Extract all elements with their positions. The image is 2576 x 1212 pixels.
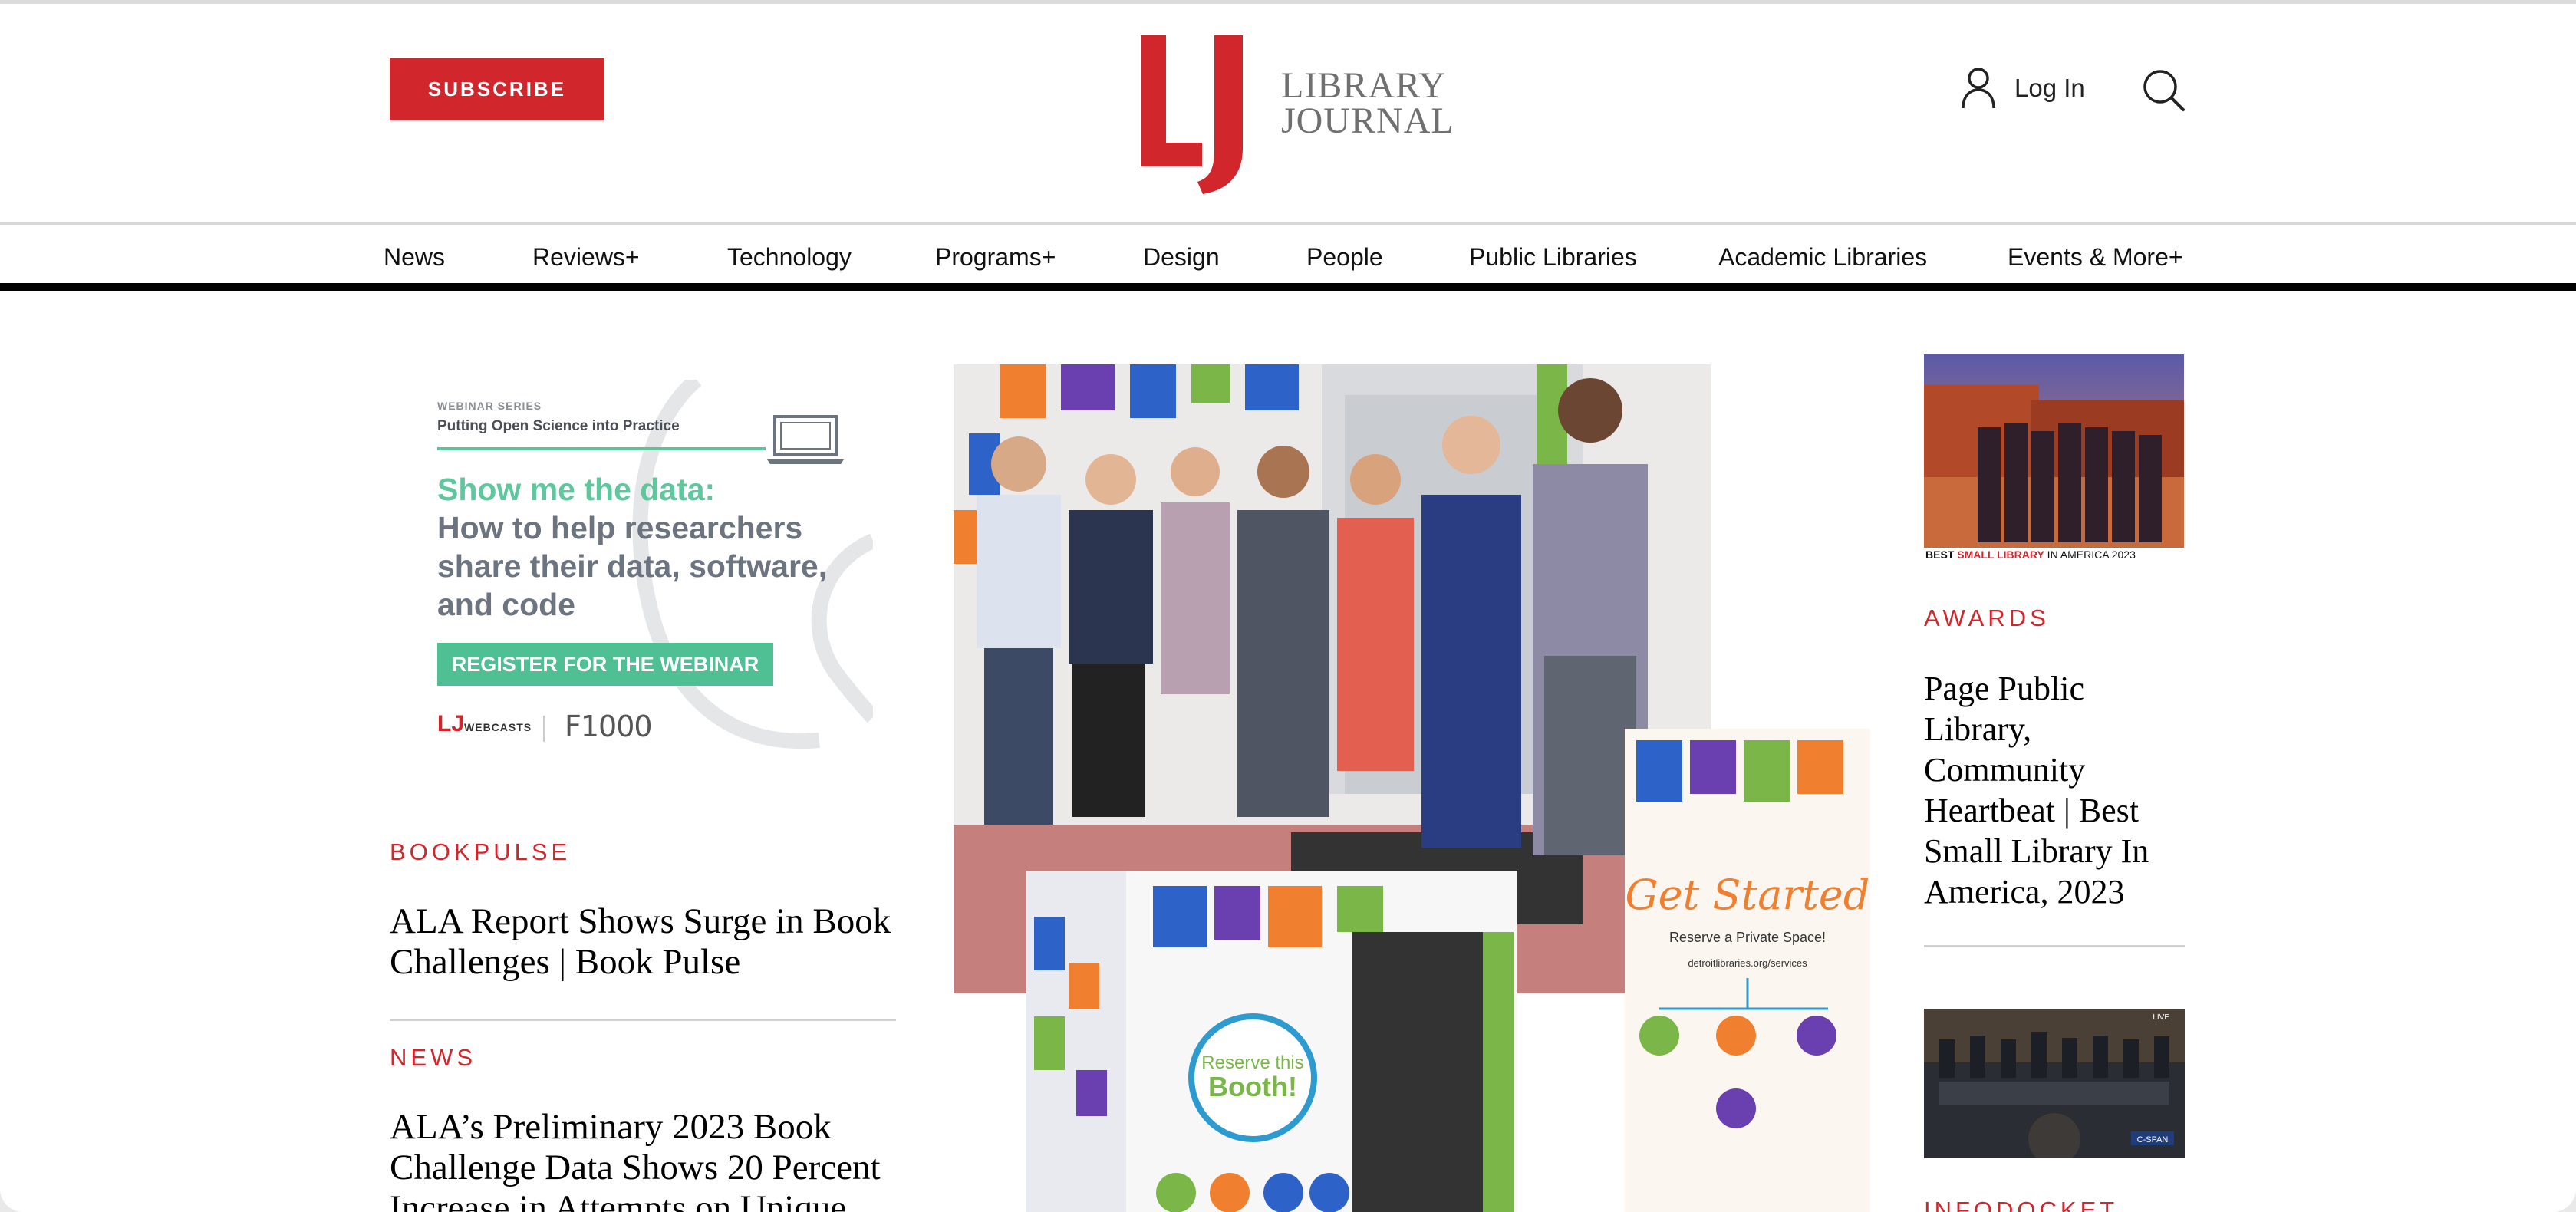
thumbnail-caption: BEST SMALL LIBRARY IN AMERICA 2023 [1925, 548, 2136, 561]
booth-text-booth: Booth! [1208, 1071, 1297, 1102]
ad-logo-separator [543, 716, 545, 742]
headline-line: America, 2023 [1924, 873, 2125, 911]
login-label: Log In [2014, 74, 2085, 102]
caption-part: BEST [1925, 548, 1958, 561]
lj-webcasts-logo: LJWEBCASTS [437, 711, 532, 737]
search-icon[interactable] [2140, 67, 2186, 113]
live-label: LIVE [2153, 1013, 2169, 1022]
ad-headline: Show me the data: [437, 472, 716, 507]
nav-item-people[interactable]: People [1306, 243, 1383, 272]
register-webinar-button[interactable]: REGISTER FOR THE WEBINAR [437, 643, 773, 686]
user-icon [1962, 68, 1995, 109]
ad-body-line: share their data, software, [437, 548, 828, 584]
lj-webcasts-label: WEBCASTS [464, 721, 532, 733]
ad-series-label: WEBINAR SERIES [437, 400, 542, 412]
article-headline-ala-preliminary[interactable]: ALA’s Preliminary 2023 Book Challenge Da… [390, 1107, 881, 1212]
headline-line: Challenge Data Shows 20 Percent [390, 1148, 881, 1187]
banner-subtitle: Reserve a Private Space! [1669, 930, 1826, 945]
nav-item-technology[interactable]: Technology [727, 243, 852, 272]
ad-body: How to help researchers share their data… [437, 509, 867, 624]
hearing-video-thumbnail[interactable]: C-SPAN LIVE [1924, 1009, 2185, 1158]
headline-line: Library, [1924, 710, 2032, 748]
subscribe-button[interactable]: SUBSCRIBE [390, 58, 604, 120]
nav-item-reviews[interactable]: Reviews+ [532, 243, 640, 272]
ad-subtitle: Putting Open Science into Practice [437, 418, 680, 434]
nav-item-programs[interactable]: Programs+ [935, 243, 1056, 272]
hero-photo: Reserve this Booth! Get Started Reserve … [954, 364, 1870, 1212]
logo-wordmark: LIBRARY JOURNAL [1281, 65, 1454, 141]
headline-line: Small Library In [1924, 832, 2149, 870]
article-kicker-bookpulse[interactable]: BOOKPULSE [390, 838, 571, 866]
headline-line: ALA Report Shows Surge in Book [390, 901, 891, 941]
banner-url: detroitlibraries.org/services [1688, 957, 1807, 969]
f1000-logo: F1000 [565, 710, 653, 743]
nav-item-events-more[interactable]: Events & More+ [2008, 243, 2183, 272]
main-navigation: News Reviews+ Technology Programs+ Desig… [0, 222, 2576, 291]
booth-text-reserve: Reserve this [1201, 1052, 1303, 1073]
headline-line: Increase in Attempts on Unique [390, 1188, 847, 1212]
browser-page: SUBSCRIBE LIBRARY JOURNAL Log In News Re… [0, 0, 2576, 1212]
nav-item-news[interactable]: News [384, 243, 445, 272]
headline-line: Heartbeat | Best [1924, 792, 2140, 829]
headline-line: ALA’s Preliminary 2023 Book [390, 1107, 832, 1147]
article-headline-ala-report[interactable]: ALA Report Shows Surge in Book Challenge… [390, 901, 891, 983]
article-kicker-news[interactable]: NEWS [390, 1044, 476, 1072]
laptop-icon [767, 415, 844, 464]
article-kicker-infodocket[interactable]: INFODOCKET [1924, 1197, 2118, 1212]
caption-red-part: SMALL LIBRARY [1957, 548, 2044, 561]
headline-line: Community [1924, 751, 2086, 789]
headline-line: Challenges | Book Pulse [390, 942, 741, 982]
ad-body-line: How to help researchers [437, 510, 803, 545]
thumbnail-photo [1924, 354, 2184, 564]
cspan-badge: C-SPAN [2137, 1135, 2169, 1144]
banner-title: Get Started [1626, 871, 1870, 919]
best-small-library-thumbnail[interactable]: BEST SMALL LIBRARY IN AMERICA 2023 [1924, 354, 2184, 564]
article-divider [1924, 945, 2185, 947]
login-link[interactable]: Log In [1961, 67, 2085, 110]
article-headline-page-public-library[interactable]: Page Public Library, Community Heartbeat… [1924, 668, 2185, 912]
lj-webcasts-mark: LJ [437, 711, 465, 736]
caption-part: IN AMERICA 2023 [2044, 548, 2136, 561]
nav-item-academic-libraries[interactable]: Academic Libraries [1718, 243, 1927, 272]
article-divider [390, 1019, 896, 1021]
nav-item-public-libraries[interactable]: Public Libraries [1469, 243, 1637, 272]
ad-divider [437, 447, 766, 450]
article-kicker-awards[interactable]: AWARDS [1924, 604, 2050, 632]
logo-line-library: LIBRARY [1281, 65, 1447, 106]
webinar-ad[interactable]: WEBINAR SERIES Putting Open Science into… [420, 380, 873, 765]
logo-line-journal: JOURNAL [1281, 100, 1454, 141]
ad-body-line: and code [437, 587, 575, 622]
headline-line: Page Public [1924, 670, 2084, 707]
featured-story-image[interactable]: Reserve this Booth! Get Started Reserve … [954, 364, 1874, 1212]
nav-item-design[interactable]: Design [1143, 243, 1220, 272]
thumbnail-photo: C-SPAN LIVE [1924, 1009, 2185, 1158]
